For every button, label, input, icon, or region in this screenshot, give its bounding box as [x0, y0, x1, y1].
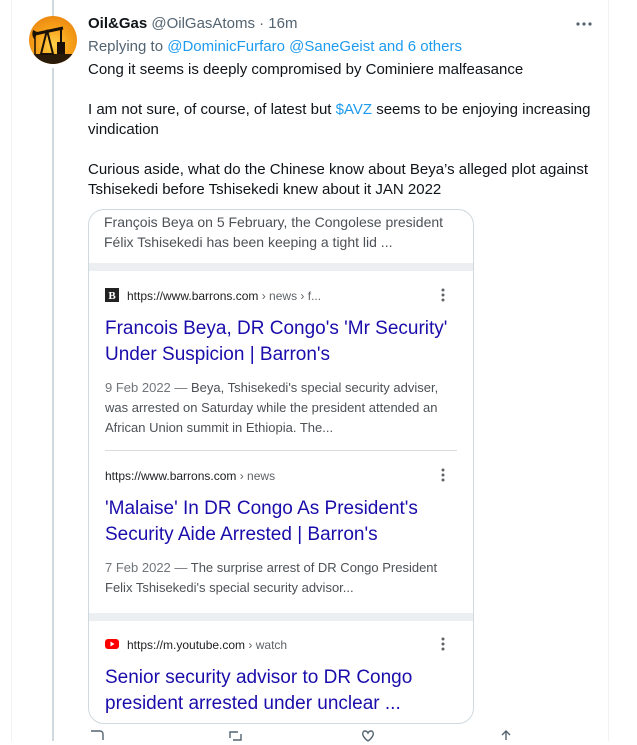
result-title-link[interactable]: Francois Beya, DR Congo's 'Mr Security' … [105, 316, 457, 368]
user-handle[interactable]: @OilGasAtoms [151, 15, 255, 32]
result-snippet: 9 Feb 2022 — Beya, Tshisekedi's special … [105, 378, 457, 438]
replying-prefix: Replying to [88, 38, 168, 55]
search-result: B https://www.barrons.com › news › f... … [105, 286, 457, 438]
replying-users-link[interactable]: @DominicFurfaro @SaneGeist [167, 38, 374, 55]
result-source: B https://www.barrons.com › news › f... [105, 286, 457, 306]
replying-to: Replying to @DominicFurfaro @SaneGeist a… [88, 37, 462, 57]
tweet-time[interactable]: 16m [268, 15, 297, 32]
result-snippet: 7 Feb 2022 — The surprise arrest of DR C… [105, 558, 457, 598]
result-title-link[interactable]: 'Malaise' In DR Congo As President's Sec… [105, 496, 457, 548]
section-separator [89, 263, 473, 271]
separator-dot: · [259, 15, 265, 32]
tweet-paragraph-2: I am not sure, of course, of latest but … [88, 100, 608, 140]
more-vertical-icon[interactable] [441, 288, 445, 302]
svg-text:B: B [108, 290, 116, 302]
paragraph-2-before: I am not sure, of course, of latest but [88, 101, 336, 118]
more-horizontal-icon[interactable] [574, 14, 594, 39]
thread-line [52, 68, 54, 741]
tweet-paragraph-1: Cong it seems is deeply compromised by C… [88, 61, 524, 78]
search-result: https://m.youtube.com › watch Senior sec… [105, 635, 457, 717]
display-name[interactable]: Oil&Gas [88, 15, 147, 32]
barrons-favicon-icon: B [105, 288, 119, 302]
result-path: › news [236, 469, 276, 483]
section-separator [89, 613, 473, 621]
result-path: › news › f... [258, 289, 322, 303]
tweet-header: Oil&Gas @OilGasAtoms · 16m [88, 14, 297, 34]
result-source: https://www.barrons.com › news [105, 466, 457, 486]
result-divider [105, 450, 457, 451]
attached-image[interactable]: François Beya on 5 February, the Congole… [88, 209, 474, 724]
result-title-link[interactable]: Senior security advisor to DR Congo pres… [105, 665, 457, 717]
result-domain[interactable]: https://www.barrons.com [105, 469, 236, 483]
share-icon[interactable] [498, 730, 514, 744]
youtube-favicon-icon [105, 637, 119, 651]
oil-pumpjack-icon [29, 26, 77, 64]
more-vertical-icon[interactable] [441, 637, 445, 651]
result-source: https://m.youtube.com › watch [105, 635, 457, 655]
replying-others-link[interactable]: and 6 others [374, 38, 462, 55]
like-icon[interactable] [360, 730, 376, 744]
cashtag-link[interactable]: $AVZ [336, 101, 372, 118]
tweet-paragraph-3: Curious aside, what do the Chinese know … [88, 161, 589, 198]
result-domain[interactable]: https://www.barrons.com [127, 289, 258, 303]
result-date: 9 Feb 2022 — [105, 380, 191, 395]
result-path: › watch [245, 638, 288, 652]
retweet-icon[interactable] [228, 730, 244, 744]
top-snippet: François Beya on 5 February, the Congole… [104, 214, 444, 250]
result-date: 7 Feb 2022 — [105, 560, 191, 575]
result-domain[interactable]: https://m.youtube.com [127, 638, 245, 652]
more-vertical-icon[interactable] [441, 468, 445, 482]
tweet-actions [88, 730, 608, 744]
reply-icon[interactable] [88, 730, 104, 744]
avatar[interactable] [29, 16, 77, 64]
search-result: https://www.barrons.com › news 'Malaise'… [105, 466, 457, 598]
thread-line-top [52, 0, 54, 16]
